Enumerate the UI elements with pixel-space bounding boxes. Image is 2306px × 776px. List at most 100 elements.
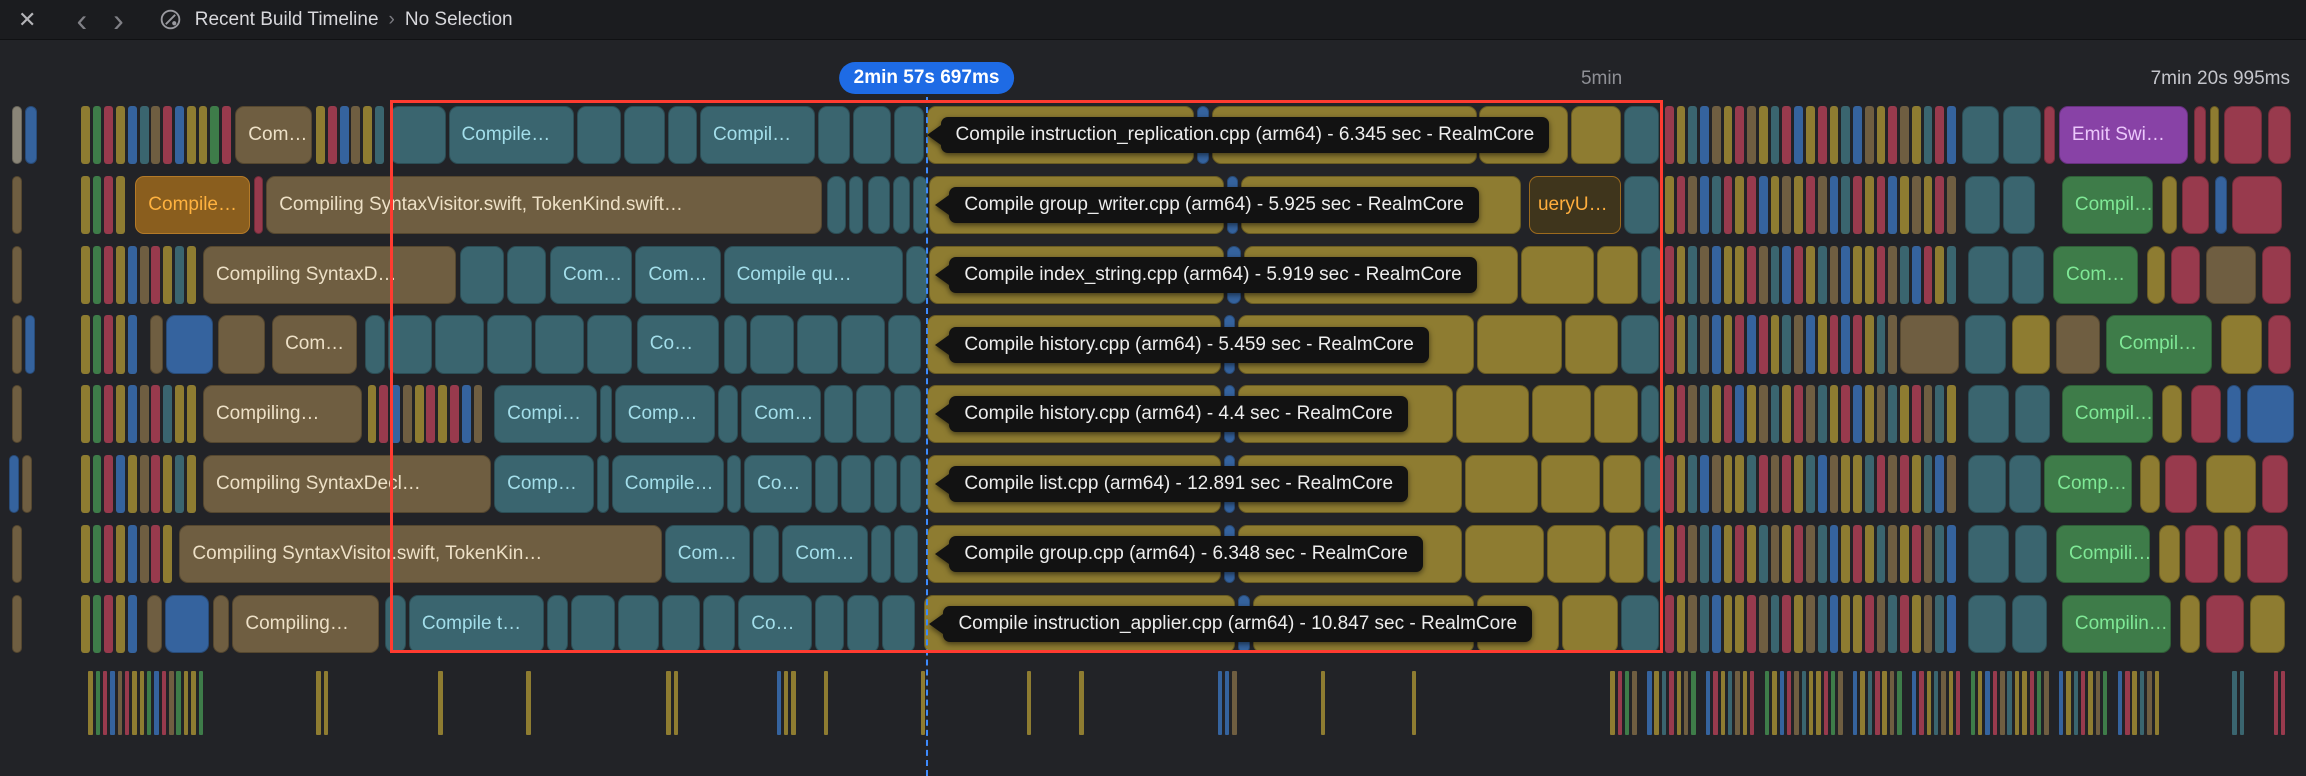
build-task-stripe[interactable] (151, 385, 161, 444)
minimap-bar[interactable] (2073, 670, 2079, 736)
build-task-stripe[interactable] (1688, 175, 1698, 234)
build-task-block[interactable] (2185, 525, 2218, 584)
minimap-bar[interactable] (1691, 670, 1696, 736)
build-task-block[interactable] (2261, 455, 2289, 514)
minimap-bar[interactable] (2088, 670, 2093, 736)
build-task-block[interactable] (2014, 525, 2048, 584)
build-task-block[interactable] (2232, 175, 2283, 234)
build-task-block[interactable] (25, 105, 37, 164)
build-task-stripe[interactable] (1782, 594, 1792, 653)
minimap-bar[interactable] (2125, 670, 2130, 736)
build-task-stripe[interactable] (1864, 175, 1874, 234)
build-task-block[interactable] (2182, 175, 2209, 234)
build-task-stripe[interactable] (1876, 315, 1886, 374)
build-task-block[interactable] (11, 315, 23, 374)
build-task-stripe[interactable] (1700, 594, 1709, 653)
build-task-block[interactable] (2267, 315, 2292, 374)
build-task-block[interactable] (11, 594, 23, 653)
build-task-stripe[interactable] (1723, 525, 1733, 584)
build-task-stripe[interactable] (1758, 385, 1768, 444)
build-task-stripe[interactable] (1758, 455, 1768, 514)
minimap-bar[interactable] (1919, 670, 1924, 736)
minimap-bar[interactable] (2132, 670, 2137, 736)
minimap-bar[interactable] (139, 670, 145, 736)
build-task-stripe[interactable] (1688, 105, 1698, 164)
build-task-stripe[interactable] (127, 245, 137, 304)
build-task-stripe[interactable] (104, 525, 114, 584)
build-task-stripe[interactable] (116, 105, 125, 164)
build-task-stripe[interactable] (1723, 245, 1733, 304)
build-task-block[interactable] (1967, 525, 2009, 584)
build-task-block[interactable] (11, 525, 23, 584)
build-task-stripe[interactable] (186, 105, 196, 164)
build-task-stripe[interactable] (1947, 525, 1956, 584)
minimap-bar[interactable] (1720, 670, 1726, 736)
build-task-stripe[interactable] (1794, 594, 1804, 653)
minimap-bar[interactable] (1897, 670, 1902, 736)
build-task-stripe[interactable] (1735, 455, 1745, 514)
build-task-stripe[interactable] (1853, 245, 1862, 304)
build-task-stripe[interactable] (1841, 175, 1851, 234)
build-task-stripe[interactable] (1888, 315, 1898, 374)
minimap-bar[interactable] (95, 670, 100, 736)
build-task-stripe[interactable] (1923, 245, 1933, 304)
minimap-bar[interactable] (1853, 670, 1858, 736)
minimap-bar[interactable] (1978, 670, 1983, 736)
minimap-bar[interactable] (1772, 670, 1777, 736)
minimap-bar[interactable] (1882, 670, 1887, 736)
build-task-stripe[interactable] (1900, 594, 1909, 653)
minimap-bar[interactable] (1647, 670, 1652, 736)
build-task-stripe[interactable] (1864, 105, 1874, 164)
build-task-stripe[interactable] (1888, 455, 1898, 514)
build-task-stripe[interactable] (1864, 525, 1874, 584)
build-task-stripe[interactable] (1723, 455, 1733, 514)
minimap-bar[interactable] (1985, 670, 1990, 736)
build-task-stripe[interactable] (1947, 175, 1956, 234)
minimap-bar[interactable] (1705, 670, 1711, 736)
build-task-stripe[interactable] (1817, 175, 1827, 234)
build-task-stripe[interactable] (1664, 175, 1674, 234)
build-task-block[interactable]: Com… (235, 105, 312, 164)
build-task-block[interactable] (2055, 315, 2101, 374)
build-task-stripe[interactable] (1911, 175, 1921, 234)
build-task-block[interactable]: Compil… (2105, 315, 2212, 374)
build-task-stripe[interactable] (163, 245, 173, 304)
build-task-stripe[interactable] (1747, 455, 1756, 514)
build-task-block[interactable] (2158, 525, 2180, 584)
build-task-stripe[interactable] (1947, 105, 1956, 164)
build-task-stripe[interactable] (175, 245, 184, 304)
build-task-stripe[interactable] (1723, 315, 1733, 374)
build-task-stripe[interactable] (1700, 175, 1709, 234)
build-task-stripe[interactable] (1935, 385, 1945, 444)
minimap-bar[interactable] (161, 670, 167, 736)
minimap-bar[interactable] (2103, 670, 2108, 736)
build-task-stripe[interactable] (1876, 594, 1886, 653)
build-task-stripe[interactable] (1864, 594, 1874, 653)
minimap-bar[interactable] (88, 670, 93, 736)
build-task-stripe[interactable] (186, 245, 196, 304)
build-task-stripe[interactable] (1747, 105, 1756, 164)
build-task-stripe[interactable] (92, 385, 102, 444)
build-task-stripe[interactable] (1805, 175, 1815, 234)
minimap-bar[interactable] (1992, 670, 1998, 736)
build-task-block[interactable] (2223, 105, 2262, 164)
build-task-stripe[interactable] (1711, 385, 1721, 444)
minimap-bar[interactable] (191, 670, 196, 736)
breadcrumb-timeline-title[interactable]: Recent Build Timeline (195, 9, 379, 31)
build-task-stripe[interactable] (186, 455, 196, 514)
build-task-stripe[interactable] (1770, 315, 1780, 374)
build-task-stripe[interactable] (92, 175, 102, 234)
build-task-stripe[interactable] (1805, 245, 1815, 304)
build-task-block[interactable] (2003, 105, 2042, 164)
minimap-bar[interactable] (2014, 670, 2020, 736)
minimap-bar[interactable] (198, 670, 203, 736)
back-button[interactable]: ‹ (76, 2, 87, 38)
build-task-block[interactable]: Com… (2053, 245, 2139, 304)
minimap-bar[interactable] (117, 670, 123, 736)
build-task-stripe[interactable] (1853, 594, 1862, 653)
build-task-stripe[interactable] (1805, 455, 1815, 514)
build-task-stripe[interactable] (1711, 525, 1721, 584)
build-task-stripe[interactable] (1841, 455, 1851, 514)
minimap-bar[interactable] (323, 670, 328, 736)
build-task-stripe[interactable] (104, 315, 114, 374)
